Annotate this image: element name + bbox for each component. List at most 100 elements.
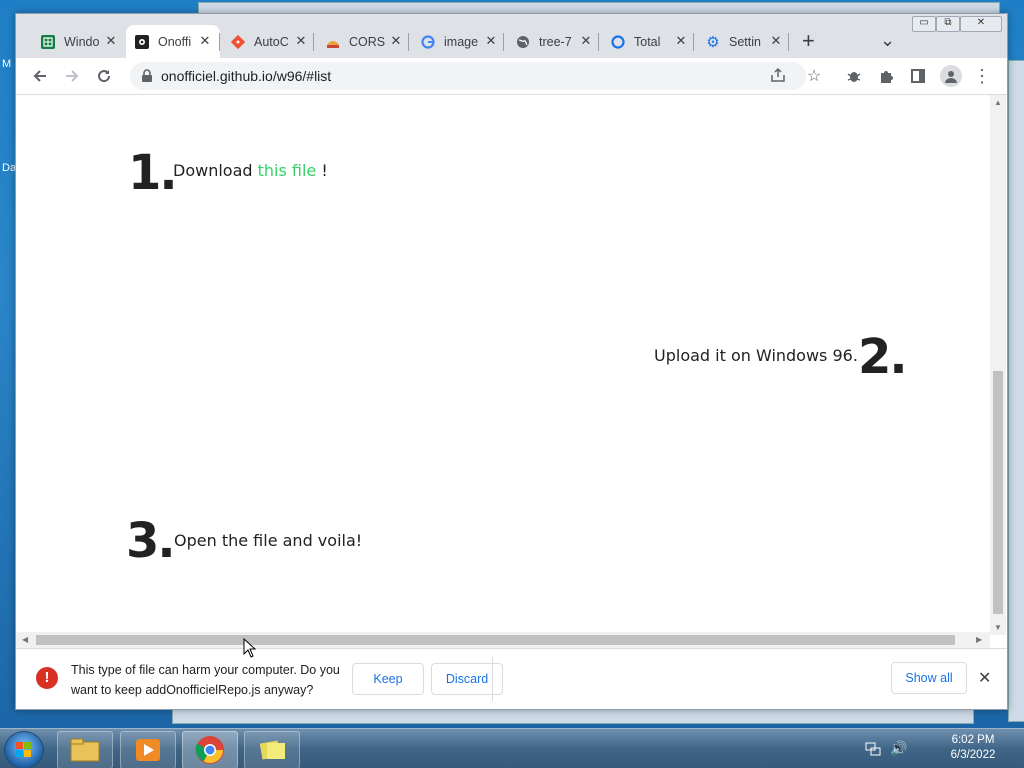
circle-icon — [610, 34, 626, 50]
tab-total[interactable]: Total ✕ — [602, 25, 696, 58]
forward-icon[interactable] — [62, 66, 82, 86]
address-bar[interactable]: onofficiel.github.io/w96/#list — [130, 62, 806, 90]
tab-separator — [313, 33, 314, 51]
tab-settings[interactable]: ⚙ Settin ✕ — [697, 25, 791, 58]
tab-image[interactable]: image ✕ — [412, 25, 506, 58]
tab-search-button[interactable]: ⌄ — [880, 30, 895, 51]
globe-icon — [515, 34, 531, 50]
close-window-button[interactable]: ✕ — [960, 16, 1002, 32]
show-all-button[interactable]: Show all — [891, 662, 967, 694]
step-text: Open the file and voila! — [174, 531, 363, 550]
tab-separator — [503, 33, 504, 51]
tab-separator — [408, 33, 409, 51]
scroll-up-arrow-icon[interactable]: ▲ — [994, 98, 1002, 107]
close-tab-icon[interactable]: ✕ — [104, 34, 118, 48]
taskbar-notes[interactable] — [244, 731, 300, 768]
keep-button[interactable]: Keep — [352, 663, 424, 695]
bookmark-star-icon[interactable]: ☆ — [804, 66, 824, 86]
extensions-puzzle-icon[interactable] — [876, 66, 896, 86]
close-tab-icon[interactable]: ✕ — [484, 34, 498, 48]
menu-kebab-icon[interactable]: ⋮ — [972, 66, 992, 86]
taskbar-explorer[interactable] — [57, 731, 113, 768]
step-text-before: Download — [173, 161, 258, 180]
taskbar-media-player[interactable] — [120, 731, 176, 768]
browser-window: Windo ✕ Onoffi ✕ AutoC ✕ CORS ✕ image ✕ … — [15, 13, 1008, 710]
tab-separator — [788, 33, 789, 51]
tab-title: CORS — [349, 34, 386, 49]
google-icon — [420, 34, 436, 50]
tab-title: Settin — [729, 34, 761, 49]
tab-separator — [598, 33, 599, 51]
desktop-icon-label[interactable]: M — [2, 58, 11, 70]
scroll-left-arrow-icon[interactable]: ◀ — [22, 635, 28, 644]
download-warning-message: This type of file can harm your computer… — [71, 663, 340, 697]
close-tab-icon[interactable]: ✕ — [198, 34, 212, 48]
tab-separator — [219, 33, 220, 51]
tab-windo[interactable]: Windo ✕ — [32, 25, 126, 58]
close-tab-icon[interactable]: ✕ — [579, 34, 593, 48]
background-window[interactable] — [172, 708, 974, 724]
tab-cors[interactable]: CORS ✕ — [317, 25, 411, 58]
profile-avatar-icon[interactable] — [940, 65, 962, 87]
horizontal-scroll-thumb[interactable] — [36, 635, 955, 645]
download-bar: ! This type of file can harm your comput… — [16, 648, 1007, 709]
media-player-icon — [135, 738, 161, 767]
vertical-scroll-thumb[interactable] — [993, 371, 1003, 614]
close-tab-icon[interactable]: ✕ — [389, 34, 403, 48]
page-content: 1. Download this file ! Upload it on Win… — [16, 95, 990, 635]
minimize-button[interactable]: ▭ — [912, 16, 936, 32]
step-text: Download this file ! — [173, 161, 328, 180]
gear-icon: ⚙ — [706, 33, 720, 51]
mouse-cursor-icon — [243, 637, 257, 663]
git-icon — [230, 34, 246, 50]
step-number: 3. — [126, 513, 176, 569]
side-panel-icon[interactable] — [908, 66, 928, 86]
taskbar-chrome[interactable] — [182, 731, 238, 768]
new-tab-button[interactable]: + — [802, 28, 815, 54]
step-number: 2. — [858, 329, 908, 385]
toolbar: onofficiel.github.io/w96/#list ☆ ⋮ — [16, 58, 1007, 95]
divider — [492, 657, 493, 701]
share-icon[interactable] — [770, 67, 786, 88]
scroll-right-arrow-icon[interactable]: ▶ — [976, 635, 982, 644]
close-tab-icon[interactable]: ✕ — [674, 34, 688, 48]
volume-icon[interactable]: 🔊 — [890, 740, 907, 757]
warning-icon: ! — [36, 667, 58, 689]
restore-button[interactable]: ⧉ — [936, 16, 960, 32]
url-text: onofficiel.github.io/w96/#list — [161, 68, 332, 84]
clock-date: 6/3/2022 — [950, 749, 996, 761]
horizontal-scrollbar[interactable]: ◀ ▶ — [16, 632, 990, 648]
background-window[interactable] — [1008, 60, 1024, 722]
close-download-bar-icon[interactable]: ✕ — [978, 668, 991, 688]
reload-icon[interactable] — [94, 66, 114, 86]
lock-icon[interactable] — [141, 69, 153, 88]
back-icon[interactable] — [30, 66, 50, 86]
tab-title: Total — [634, 34, 661, 49]
tab-title: Windo — [64, 34, 100, 49]
onofficiel-icon — [134, 34, 150, 50]
tab-separator — [693, 33, 694, 51]
tab-title: Onoffi — [158, 34, 192, 49]
step-text: Upload it on Windows 96. — [654, 346, 858, 365]
clock[interactable]: 6:02 PM 6/3/2022 — [935, 734, 1011, 761]
scroll-down-arrow-icon[interactable]: ▼ — [994, 623, 1002, 632]
tab-title: image — [444, 34, 479, 49]
folder-icon — [70, 738, 100, 767]
clock-time: 6:02 PM — [951, 734, 995, 746]
close-tab-icon[interactable]: ✕ — [294, 34, 308, 48]
start-button[interactable] — [4, 731, 44, 768]
vertical-scrollbar[interactable]: ▲ ▼ — [990, 95, 1006, 635]
tab-onofficiel[interactable]: Onoffi ✕ — [126, 25, 220, 58]
download-link[interactable]: this file — [258, 161, 317, 180]
step-text-after: ! — [316, 161, 328, 180]
desktop-icon-label[interactable]: Da — [2, 162, 16, 174]
tab-strip: Windo ✕ Onoffi ✕ AutoC ✕ CORS ✕ image ✕ … — [16, 14, 1007, 58]
tab-autoc[interactable]: AutoC ✕ — [222, 25, 316, 58]
step-number: 1. — [128, 145, 178, 201]
tab-tree[interactable]: tree-7 ✕ — [507, 25, 601, 58]
chrome-icon — [195, 735, 225, 768]
spreadsheet-icon — [40, 34, 56, 50]
extension-bug-icon[interactable] — [844, 66, 864, 86]
close-tab-icon[interactable]: ✕ — [769, 34, 783, 48]
network-icon[interactable] — [865, 741, 881, 760]
